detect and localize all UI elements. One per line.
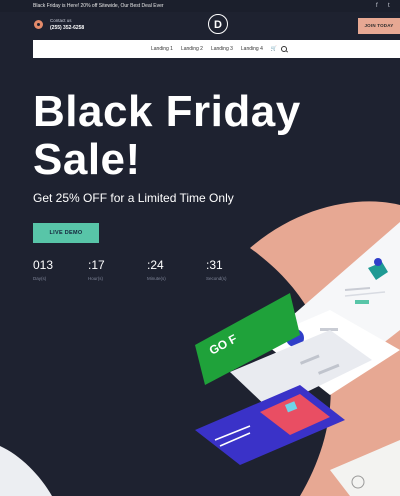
preview-sketch-figure [351, 475, 365, 489]
search-icon[interactable] [281, 46, 287, 52]
countdown-days-label: Day(s) [33, 276, 47, 281]
phone-icon [34, 20, 43, 29]
countdown-minutes-value: :24 [147, 258, 164, 272]
preview-card-green [195, 293, 300, 385]
preview-card-main [270, 222, 400, 385]
main-nav: Landing 1 Landing 2 Landing 3 Landing 4 … [33, 40, 400, 58]
live-demo-button[interactable]: LIVE DEMO [33, 223, 99, 243]
nav-item-landing-2[interactable]: Landing 2 [181, 40, 203, 58]
preview-text-line [219, 432, 251, 447]
nav-item-landing-1[interactable]: Landing 1 [151, 40, 173, 58]
preview-blue-circle [286, 329, 304, 347]
preview-card-sketch [330, 440, 400, 496]
countdown-seconds: :31 Second(s) [206, 258, 246, 281]
countdown-minutes: :24 Minute(s) [147, 258, 187, 281]
countdown-hours-value: :17 [88, 258, 105, 272]
countdown-hours: :17 Hour(s) [88, 258, 128, 281]
preview-card-blue [195, 385, 345, 465]
peach-arc-shape [250, 201, 400, 496]
site-logo[interactable]: D [208, 14, 228, 34]
countdown-hours-label: Hour(s) [88, 276, 104, 281]
countdown-minutes-label: Minute(s) [147, 276, 166, 281]
preview-button [318, 346, 332, 349]
contact-phone[interactable]: (255) 352-6258 [50, 25, 84, 31]
layout-preview-svg: GO F [0, 201, 400, 496]
preview-green-heading: GO F [207, 332, 239, 358]
preview-text-line [318, 363, 340, 375]
preview-text-line [214, 425, 251, 441]
nav-item-landing-3[interactable]: Landing 3 [211, 40, 233, 58]
preview-text-line [344, 291, 386, 297]
announcement-text: Black Friday is Here! 20% off Sitewide, … [33, 3, 164, 9]
preview-gift-graphic [285, 401, 298, 413]
preview-figure-icon [368, 262, 388, 280]
preview-card-secondary [260, 310, 400, 395]
contact-label: Contact us [50, 18, 72, 23]
hero-title-line-2: Sale! [33, 135, 141, 184]
preview-text-line [300, 354, 320, 365]
countdown-days-value: 013 [33, 258, 54, 272]
bottom-curve-shape [0, 446, 52, 496]
layout-preview-illustration: GO F [0, 0, 400, 496]
announcement-bar: Black Friday is Here! 20% off Sitewide, … [0, 0, 400, 12]
nav-item-landing-4[interactable]: Landing 4 [241, 40, 263, 58]
preview-button [355, 300, 369, 304]
twitter-icon[interactable]: t [388, 0, 390, 12]
countdown-days: 013 Day(s) [33, 258, 73, 281]
countdown-seconds-label: Second(s) [206, 276, 227, 281]
join-today-button[interactable]: JOIN TODAY [358, 18, 400, 34]
hero-title: Black Friday Sale! [33, 88, 353, 184]
preview-text-line [344, 287, 371, 291]
preview-card-gray [230, 330, 372, 410]
preview-card-red-graphic [260, 394, 330, 435]
preview-figure-head [374, 258, 382, 266]
preview-text-line [320, 328, 338, 331]
hero-title-line-1: Black Friday [33, 87, 301, 136]
hero-subheading: Get 25% OFF for a Limited Time Only [33, 191, 234, 205]
facebook-icon[interactable]: f [376, 0, 378, 12]
countdown-seconds-value: :31 [206, 258, 223, 272]
cart-icon[interactable]: 🛒 [271, 40, 277, 58]
